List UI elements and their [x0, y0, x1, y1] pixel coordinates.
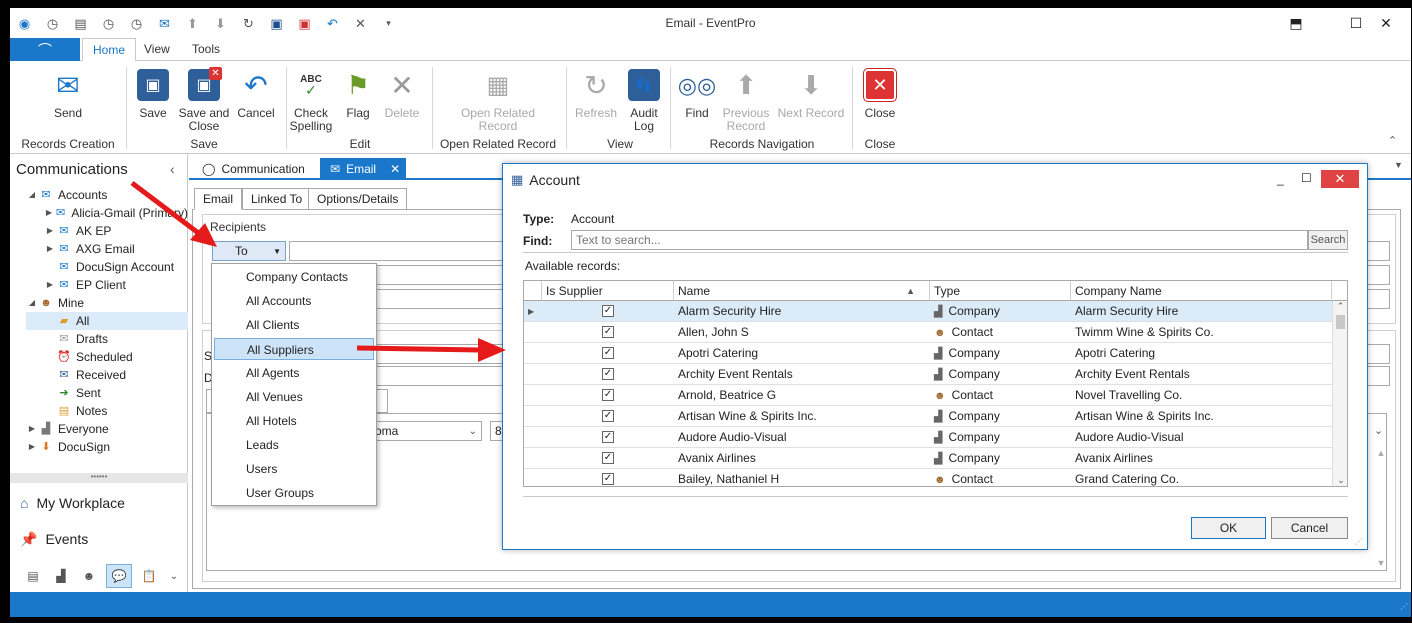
annotation-arrows [130, 181, 506, 362]
red-arrow-to-dropdown [130, 181, 217, 247]
red-arrow-to-dialog [356, 338, 506, 362]
app-window: ◉ ◷ ▤ ◷ ◷ ✉ ⬆ ⬇ ↻ ▣ ▣ ↶ ✕ ▾ Email - Even… [10, 8, 1411, 617]
